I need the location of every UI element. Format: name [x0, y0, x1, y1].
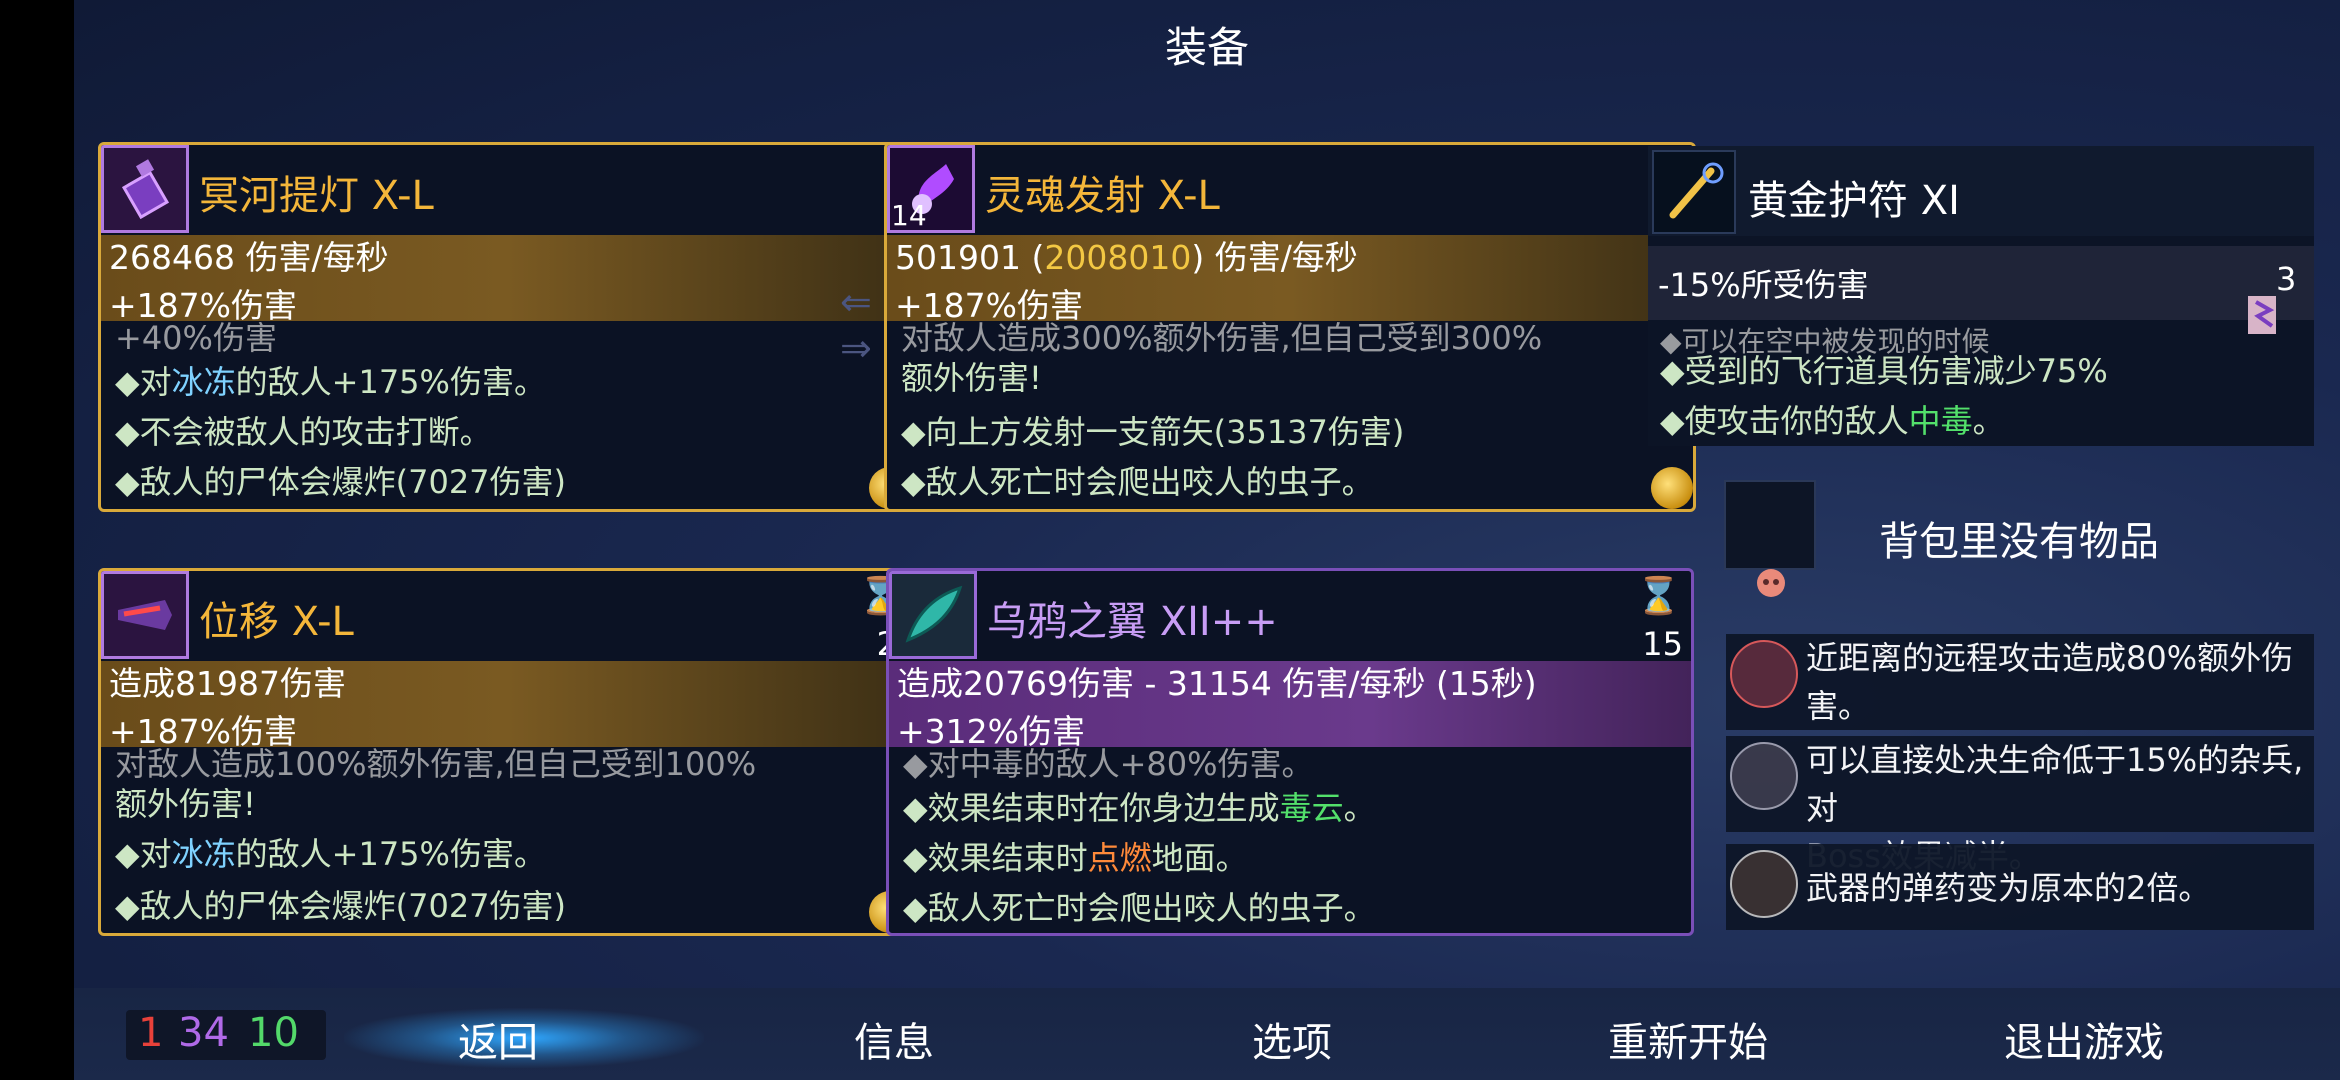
- quit-button[interactable]: 退出游戏: [2004, 1010, 2164, 1068]
- weapon-desc-line: ◆不会被敌人的攻击打断。: [115, 413, 492, 451]
- weapon-dps: 501901 (2008010) 伤害/每秒: [895, 238, 1358, 277]
- weapon-desc-line: 额外伤害!: [901, 359, 1042, 397]
- amulet-desc-line: ◆受到的飞行道具伤害减少75%: [1660, 352, 2108, 390]
- weapon-desc-line: ◆对冰冻的敌人+175%伤害。: [115, 363, 546, 401]
- perk-item[interactable]: 武器的弹药变为原本的2倍。: [1726, 844, 2314, 930]
- perk-text: 近距离的远程攻击造成80%额外伤 害。: [1806, 639, 2294, 725]
- weapon-desc-line: +40%伤害: [115, 319, 277, 357]
- screen: 装备 冥河提灯 X-L 268468 伤害/每秒 +187%伤害 +40%伤害 …: [0, 0, 2340, 1080]
- skill-damage: 造成81987伤害: [109, 664, 346, 703]
- lantern-icon: [101, 145, 189, 233]
- weapon-name: 灵魂发射 X-L: [985, 173, 1220, 219]
- amulet-stat: -15%所受伤害: [1658, 266, 1869, 304]
- game-view: 装备 冥河提灯 X-L 268468 伤害/每秒 +187%伤害 +40%伤害 …: [74, 0, 2340, 1080]
- skill-desc-line: ◆效果结束时点燃地面。: [903, 839, 1248, 877]
- amulet-panel[interactable]: 黄金护符 XI -15%所受伤害 3 ◆可以在空中被发现的时候 ◆受到的飞行道具…: [1648, 146, 2314, 446]
- skill-damage: 造成20769伤害 - 31154 伤害/每秒 (15秒): [897, 664, 1537, 703]
- skill-desc-line: ◆对冰冻的敌人+175%伤害。: [115, 835, 546, 873]
- purple-scroll-count: 34: [178, 1010, 229, 1056]
- amulet-name: 黄金护符 XI: [1748, 178, 1960, 224]
- weapon-name: 冥河提灯 X-L: [199, 173, 434, 219]
- skill-desc-line: ◆对中毒的敌人+80%伤害。: [903, 745, 1314, 783]
- page-title: 装备: [1164, 23, 1249, 72]
- restart-button[interactable]: 重新开始: [1608, 1010, 1768, 1068]
- info-button[interactable]: 信息: [854, 1010, 934, 1068]
- link-arrow-left-icon: ⇐: [840, 280, 872, 324]
- scroll-counters: 1 34 10: [126, 1010, 326, 1060]
- weapon-desc-line: ◆敌人死亡时会爬出咬人的虫子。: [901, 463, 1374, 501]
- close-combat-perk-icon: [1730, 640, 1798, 708]
- skill-desc-line: 额外伤害!: [115, 785, 256, 823]
- weapon-desc-line: ◆敌人的尸体会爆炸(7027伤害): [115, 463, 567, 501]
- back-button[interactable]: 返回: [458, 1010, 538, 1068]
- cooldown-hourglass-icon: ⌛: [1636, 576, 1681, 617]
- backpack-empty-text: 背包里没有物品: [1879, 519, 2159, 565]
- scroll-count: 3: [2276, 260, 2297, 298]
- options-button[interactable]: 选项: [1252, 1010, 1332, 1068]
- skill-name: 位移 X-L: [199, 599, 354, 645]
- skill-desc-line: ◆敌人的尸体会爆炸(7027伤害): [115, 887, 567, 925]
- weapon-card-2[interactable]: 14 灵魂发射 X-L 501901 (2008010) 伤害/每秒 +187%…: [884, 142, 1696, 512]
- scroll-icon: [2244, 292, 2284, 342]
- weapon-dps: 268468 伤害/每秒: [109, 238, 389, 277]
- amulet-desc-line: ◆使攻击你的敌人中毒。: [1660, 402, 2005, 440]
- perk-text: 武器的弹药变为原本的2倍。: [1806, 869, 2211, 907]
- dash-icon: [101, 571, 189, 659]
- skill-desc-line: ◆效果结束时在你身边生成毒云。: [903, 789, 1376, 827]
- execution-perk-icon: [1730, 742, 1798, 810]
- skill-desc-line: ◆敌人死亡时会爬出咬人的虫子。: [903, 889, 1376, 927]
- weapon-card-1[interactable]: 冥河提灯 X-L 268468 伤害/每秒 +187%伤害 +40%伤害 ◆对冰…: [98, 142, 914, 512]
- gold-corner-icon: [1651, 467, 1693, 509]
- weapon-desc-line: ◆向上方发射一支箭矢(35137伤害): [901, 413, 1405, 451]
- skill-name: 乌鸦之翼 XII++: [987, 599, 1278, 645]
- skill-card-2[interactable]: 乌鸦之翼 XII++ ⌛ 15 造成20769伤害 - 31154 伤害/每秒 …: [886, 568, 1694, 936]
- cooldown-count: 15: [1642, 625, 1683, 663]
- skill-card-1[interactable]: 位移 X-L ⌛ 2 造成81987伤害 +187%伤害 对敌人造成100%额外…: [98, 568, 914, 936]
- perk-item[interactable]: 近距离的远程攻击造成80%额外伤 害。: [1726, 634, 2314, 730]
- perk-item[interactable]: 可以直接处决生命低于15%的杂兵,对Boss效果减半。: [1726, 736, 2314, 875]
- green-scroll-count: 10: [248, 1010, 299, 1056]
- red-scroll-count: 1: [138, 1010, 164, 1056]
- link-arrow-right-icon: ⇒: [840, 326, 872, 370]
- amulet-icon: [1652, 150, 1736, 234]
- ammo-perk-icon: [1730, 850, 1798, 918]
- weapon-level: 14: [891, 199, 927, 232]
- crow-wing-icon: [889, 571, 977, 659]
